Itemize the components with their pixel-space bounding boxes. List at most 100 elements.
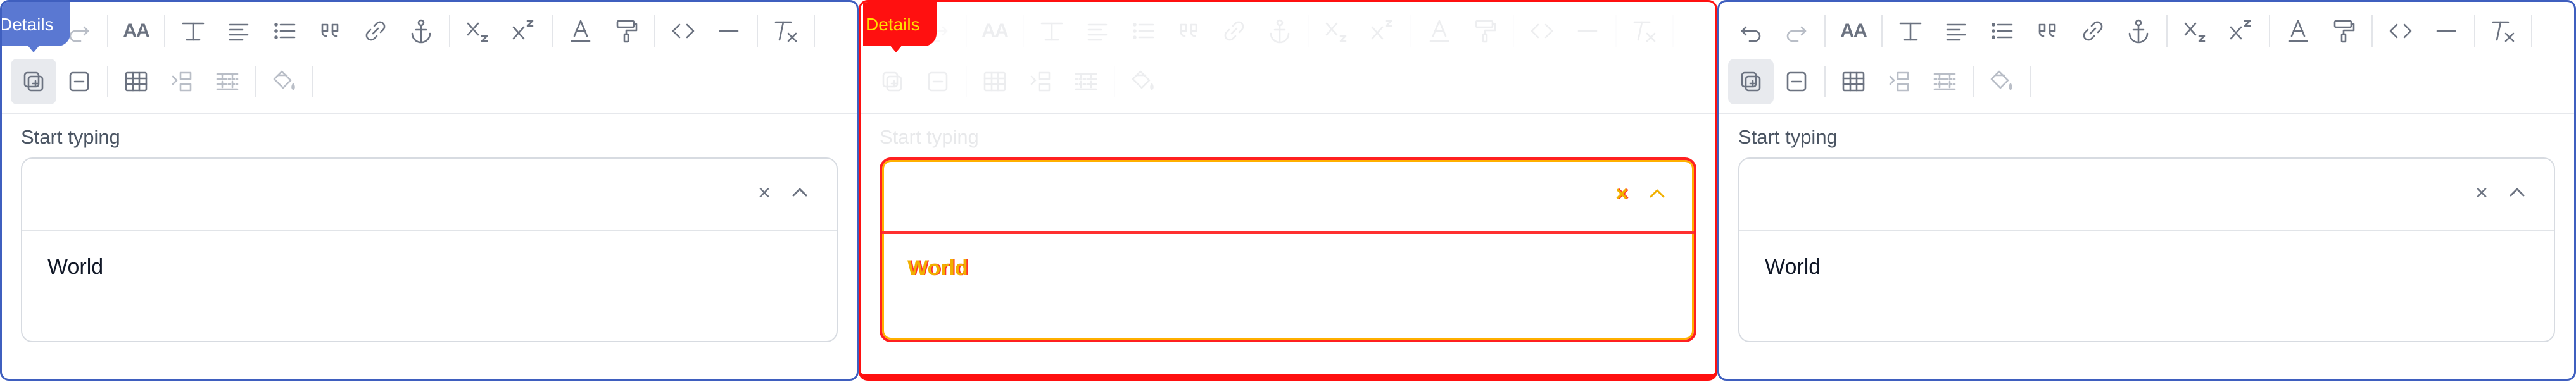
fill-color-icon[interactable] xyxy=(262,59,307,104)
toolbar-row-1: AA xyxy=(869,6,1679,56)
chevron-up-icon[interactable] xyxy=(1639,176,1675,212)
anchor-icon[interactable] xyxy=(2116,8,2161,54)
bullet-list-icon[interactable] xyxy=(1120,8,1166,54)
undo-icon[interactable] xyxy=(1728,8,1774,54)
remove-block-icon[interactable] xyxy=(56,59,102,104)
table-icon[interactable] xyxy=(972,59,1018,104)
dropdown-option[interactable]: World xyxy=(1765,255,1821,280)
clear-icon[interactable]: × xyxy=(1604,176,1639,212)
text-color-icon[interactable] xyxy=(1417,8,1462,54)
code-icon[interactable] xyxy=(1519,8,1565,54)
code-icon[interactable] xyxy=(660,8,706,54)
subscript-icon[interactable] xyxy=(1314,8,1360,54)
row-grid-icon[interactable] xyxy=(1063,59,1109,104)
combobox: × World xyxy=(21,157,838,342)
code-icon[interactable] xyxy=(2378,8,2423,54)
quote-icon[interactable] xyxy=(1166,8,1211,54)
toolbar-divider-line xyxy=(1719,113,2574,114)
row-grid-icon[interactable] xyxy=(1922,59,1967,104)
toolbar-divider xyxy=(757,15,758,47)
details-badge[interactable]: Details xyxy=(863,2,937,46)
fill-color-icon[interactable] xyxy=(1979,59,2024,104)
toolbar-divider xyxy=(2030,66,2031,97)
toolbar-divider xyxy=(1672,15,1674,47)
remove-block-icon[interactable] xyxy=(915,59,961,104)
editor-panel-diff: Details AA Start typing × World xyxy=(859,0,1717,381)
paint-roller-icon[interactable] xyxy=(1462,8,1508,54)
horizontal-rule-icon[interactable] xyxy=(1565,8,1610,54)
toolbar-divider xyxy=(1410,15,1411,47)
toolbar-divider xyxy=(1881,15,1883,47)
paint-roller-icon[interactable] xyxy=(2321,8,2366,54)
font-size-icon[interactable]: AA xyxy=(972,8,1018,54)
toolbar-divider xyxy=(164,15,165,47)
clear-icon[interactable]: × xyxy=(747,175,782,211)
details-badge[interactable]: Details xyxy=(2,2,70,46)
combobox-input[interactable] xyxy=(22,159,837,231)
toolbar-divider xyxy=(2371,15,2373,47)
row-grid-icon[interactable] xyxy=(205,59,250,104)
editor-toolbar: AA xyxy=(1719,2,2574,113)
editor-panel-left: Details AA Start typing × World xyxy=(0,0,859,381)
table-icon[interactable] xyxy=(1831,59,1876,104)
toolbar-divider xyxy=(814,15,815,47)
toolbar-row-1: AA xyxy=(11,6,820,56)
indent-icon[interactable] xyxy=(1018,59,1063,104)
anchor-icon[interactable] xyxy=(1257,8,1303,54)
dropdown-option[interactable]: World xyxy=(47,255,103,280)
dropdown-option[interactable]: World xyxy=(907,256,968,281)
indent-icon[interactable] xyxy=(159,59,205,104)
bullet-list-icon[interactable] xyxy=(262,8,307,54)
font-size-icon[interactable]: AA xyxy=(1831,8,1876,54)
remove-block-icon[interactable] xyxy=(1774,59,1819,104)
add-block-icon[interactable] xyxy=(11,59,56,104)
align-icon[interactable] xyxy=(1933,8,1979,54)
clear-formatting-icon[interactable] xyxy=(1622,8,1667,54)
table-icon[interactable] xyxy=(113,59,159,104)
paint-roller-icon[interactable] xyxy=(603,8,649,54)
align-icon[interactable] xyxy=(1075,8,1120,54)
subscript-icon[interactable] xyxy=(455,8,501,54)
link-icon[interactable] xyxy=(353,8,398,54)
align-icon[interactable] xyxy=(216,8,262,54)
text-style-icon[interactable] xyxy=(1888,8,1933,54)
superscript-icon[interactable] xyxy=(2218,8,2264,54)
quote-icon[interactable] xyxy=(2024,8,2070,54)
combobox-input[interactable] xyxy=(882,160,1694,234)
chevron-up-icon[interactable] xyxy=(782,175,818,211)
field-label: Start typing xyxy=(880,126,979,148)
superscript-icon[interactable] xyxy=(1360,8,1405,54)
chevron-up-icon[interactable] xyxy=(2499,175,2535,211)
text-color-icon[interactable] xyxy=(2275,8,2321,54)
subscript-icon[interactable] xyxy=(2173,8,2218,54)
editor-toolbar: AA xyxy=(2,2,857,113)
clear-formatting-icon[interactable] xyxy=(2480,8,2526,54)
font-size-icon[interactable]: AA xyxy=(113,8,159,54)
toolbar-divider xyxy=(2474,15,2475,47)
toolbar-divider xyxy=(966,15,967,47)
combobox-input[interactable] xyxy=(1739,159,2554,231)
toolbar-divider xyxy=(1023,15,1024,47)
horizontal-rule-icon[interactable] xyxy=(706,8,752,54)
superscript-icon[interactable] xyxy=(501,8,546,54)
fill-color-icon[interactable] xyxy=(1120,59,1166,104)
text-color-icon[interactable] xyxy=(558,8,603,54)
indent-icon[interactable] xyxy=(1876,59,1922,104)
quote-icon[interactable] xyxy=(307,8,353,54)
redo-icon[interactable] xyxy=(1774,8,1819,54)
toolbar-divider xyxy=(449,15,450,47)
link-icon[interactable] xyxy=(2070,8,2116,54)
clear-icon[interactable]: × xyxy=(2464,175,2499,211)
add-block-icon[interactable] xyxy=(1728,59,1774,104)
anchor-icon[interactable] xyxy=(398,8,444,54)
horizontal-rule-icon[interactable] xyxy=(2423,8,2469,54)
add-block-icon[interactable] xyxy=(869,59,915,104)
text-style-icon[interactable] xyxy=(1029,8,1075,54)
toolbar-divider xyxy=(1824,66,1826,97)
text-style-icon[interactable] xyxy=(170,8,216,54)
editor-toolbar: AA xyxy=(861,2,1715,113)
bullet-list-icon[interactable] xyxy=(1979,8,2024,54)
clear-formatting-icon[interactable] xyxy=(763,8,809,54)
field-label: Start typing xyxy=(21,126,120,148)
link-icon[interactable] xyxy=(1211,8,1257,54)
